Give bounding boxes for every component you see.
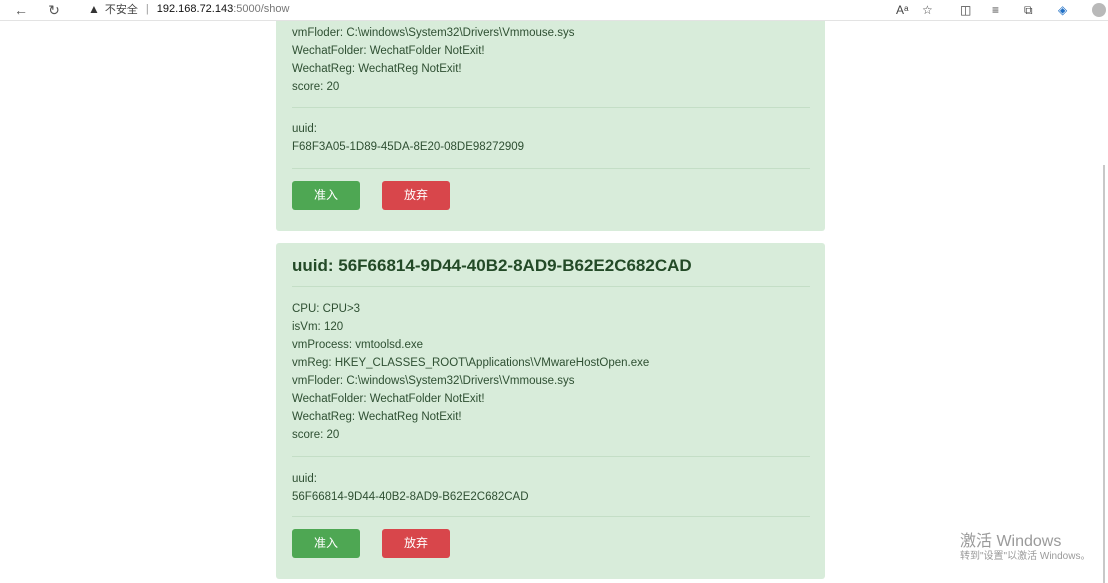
info-line: vmProcess: vmtoolsd.exe [292, 339, 424, 351]
info-line: WechatReg: WechatReg NotExit! [292, 411, 462, 423]
address-bar[interactable]: ▲ 不安全 | 192.168.72.143:5000/show [76, 0, 896, 18]
profile-avatar[interactable] [1092, 3, 1106, 17]
reload-icon[interactable]: ↻ [46, 0, 62, 20]
read-aloud-icon[interactable]: Aᵃ [896, 0, 908, 20]
score-line: score: 20 [292, 429, 340, 441]
info-line: vmFloder: C:\windows\System32\Drivers\Vm… [292, 375, 575, 387]
split-screen-icon[interactable]: ◫ [960, 0, 971, 20]
uuid-value: F68F3A05-1D89-45DA-8E20-08DE98272909 [292, 141, 525, 153]
device-card: uuid: 56F66814-9D44-40B2-8AD9-B62E2C682C… [276, 243, 825, 579]
info-line: WechatFolder: WechatFolder NotExit! [292, 45, 485, 57]
uuid-value: 56F66814-9D44-40B2-8AD9-B62E2C682CAD [292, 491, 529, 503]
divider [292, 516, 810, 517]
address-separator: | [145, 3, 149, 15]
url-host: 192.168.72.143 [156, 3, 234, 15]
scrollbar[interactable] [1103, 165, 1105, 583]
divider [292, 168, 810, 169]
url-path: :5000/show [233, 3, 290, 15]
activation-watermark-subtitle: 转到"设置"以激活 Windows。 [960, 551, 1091, 562]
favorites-icon[interactable]: ≡ [992, 0, 999, 20]
info-line: vmFloder: C:\windows\System32\Drivers\Vm… [292, 27, 575, 39]
warning-icon: ▲ [88, 2, 100, 16]
card-title: uuid: 56F66814-9D44-40B2-8AD9-B62E2C682C… [292, 256, 692, 275]
reject-button[interactable]: 放弃 [382, 181, 450, 210]
score-line: score: 20 [292, 81, 340, 93]
browser-toolbar: ← ↻ ▲ 不安全 | 192.168.72.143:5000/show Aᵃ … [0, 0, 1108, 21]
collections-icon[interactable]: ⧉ [1024, 0, 1033, 20]
browser-essentials-icon[interactable]: ◈ [1058, 0, 1067, 20]
divider [292, 107, 810, 108]
uuid-label: uuid: [292, 473, 317, 485]
accept-button[interactable]: 准入 [292, 529, 360, 558]
favorite-add-icon[interactable]: ☆ [922, 0, 933, 20]
reject-button[interactable]: 放弃 [382, 529, 450, 558]
back-icon[interactable]: ← [14, 0, 28, 20]
info-line: WechatReg: WechatReg NotExit! [292, 63, 462, 75]
accept-button[interactable]: 准入 [292, 181, 360, 210]
divider [292, 286, 810, 287]
info-line: vmReg: HKEY_CLASSES_ROOT\Applications\VM… [292, 357, 650, 369]
divider [292, 456, 810, 457]
device-card: vmFloder: C:\windows\System32\Drivers\Vm… [276, 21, 825, 231]
info-line: isVm: 120 [292, 321, 344, 333]
info-line: WechatFolder: WechatFolder NotExit! [292, 393, 485, 405]
insecure-label[interactable]: 不安全 [105, 1, 138, 17]
info-line: CPU: CPU>3 [292, 303, 361, 315]
uuid-label: uuid: [292, 123, 317, 135]
